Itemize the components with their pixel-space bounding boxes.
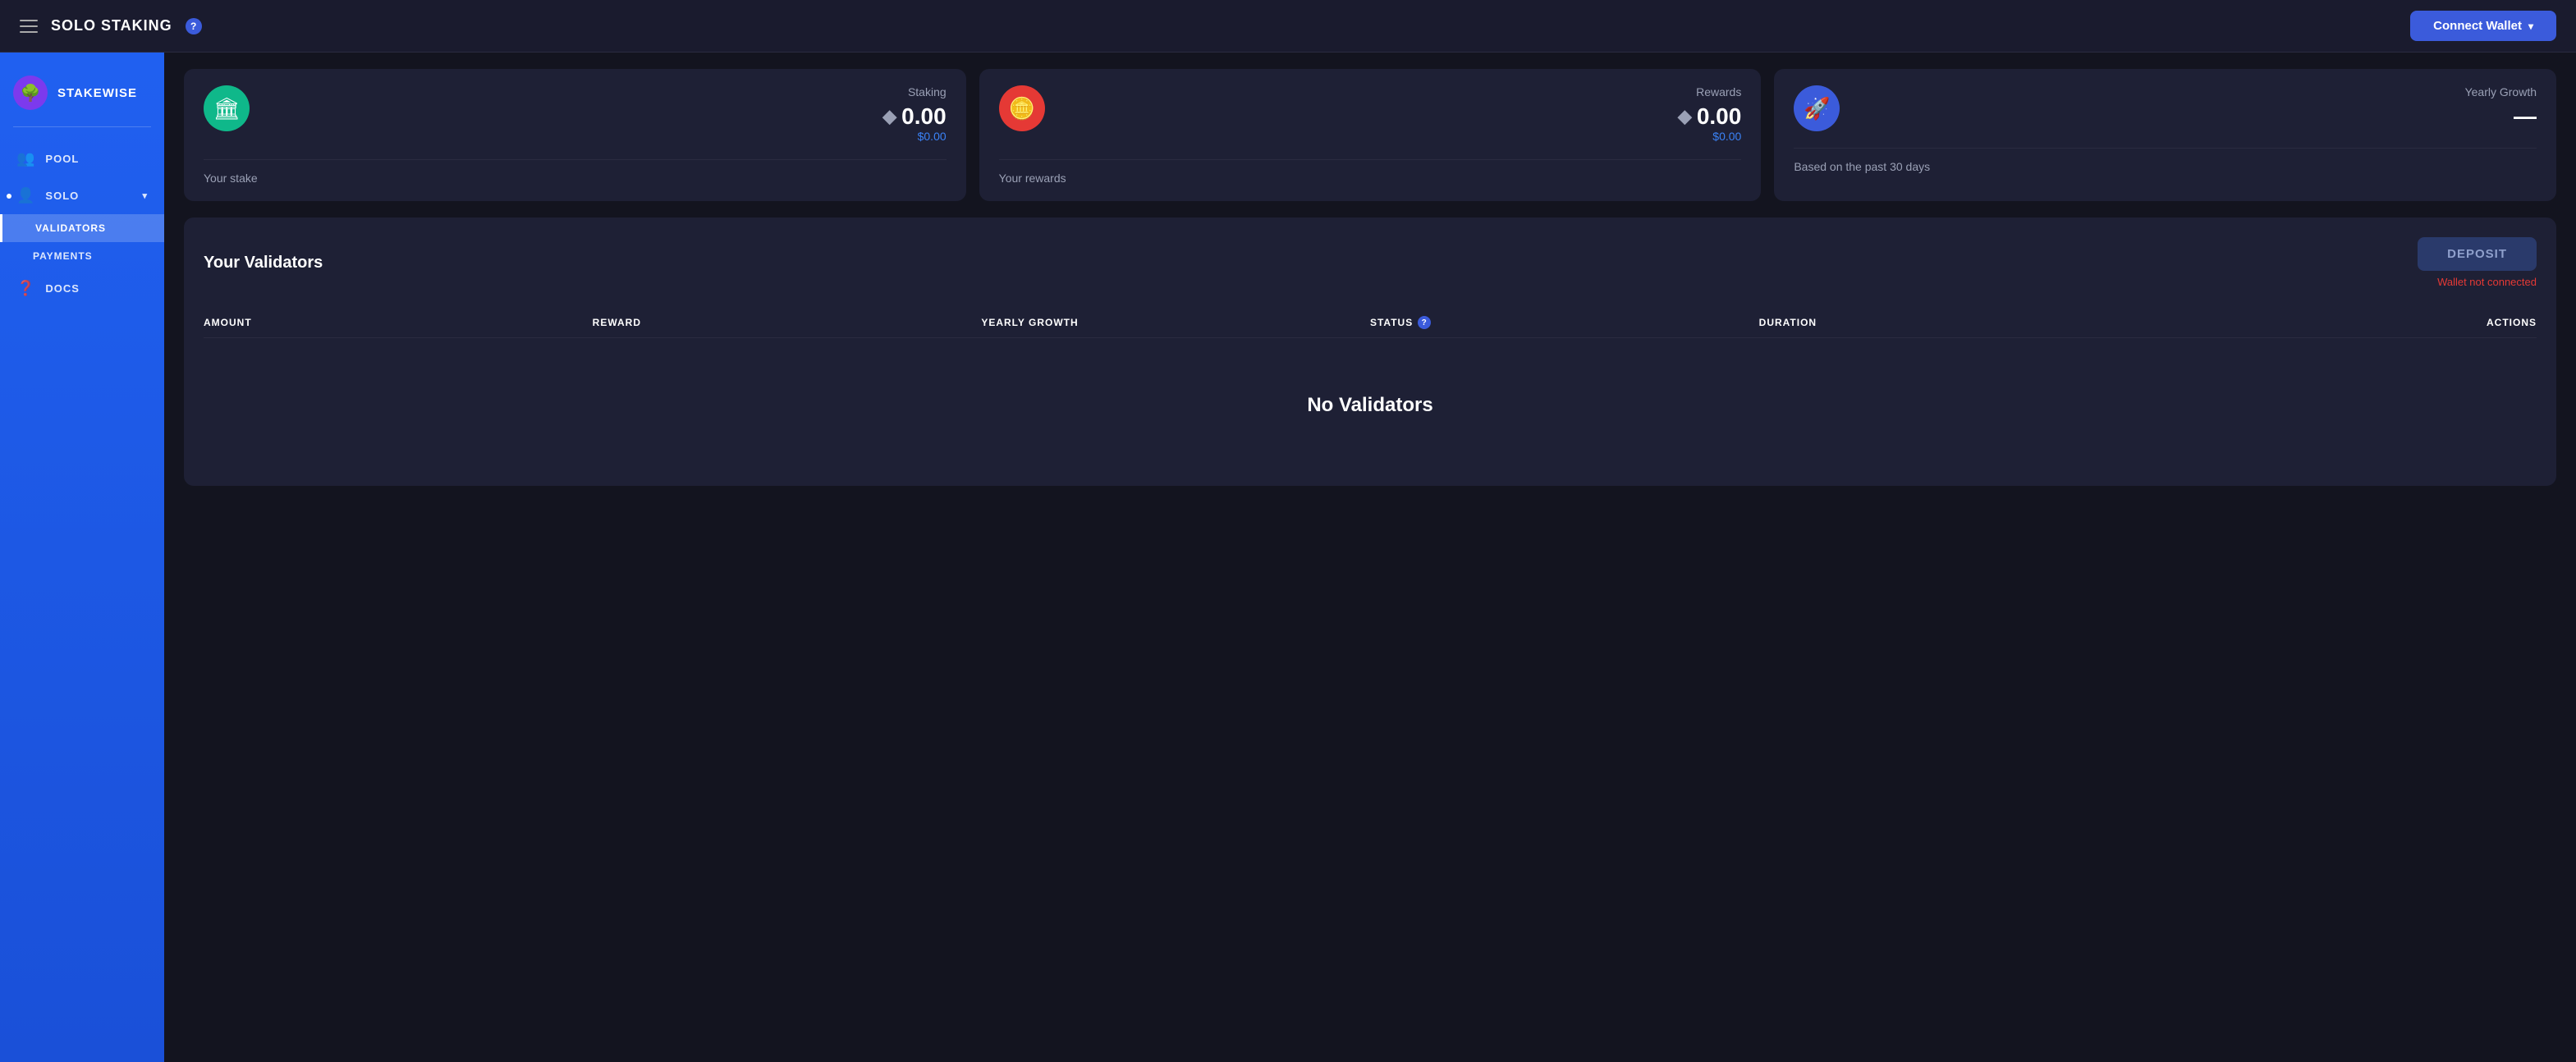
eth-symbol-rewards: ◆ — [1678, 106, 1692, 127]
solo-dot-icon — [7, 194, 11, 199]
sidebar-item-solo[interactable]: 👤 SOLO ▾ — [0, 177, 164, 214]
rewards-value: ◆ 0.00 — [1058, 103, 1742, 130]
rewards-label: Rewards — [1058, 85, 1742, 98]
staking-info: Staking ◆ 0.00 $0.00 — [263, 85, 947, 143]
staking-usd: $0.00 — [263, 130, 947, 143]
yearly-growth-card-top: 🚀 Yearly Growth — — [1794, 85, 2537, 131]
wallet-not-connected-label: Wallet not connected — [2437, 276, 2537, 288]
brand-name: STAKEWISE — [57, 86, 137, 100]
header-amount: AMOUNT — [204, 316, 593, 329]
stats-row: 🏛 Staking ◆ 0.00 $0.00 Your stake 🪙 — [184, 69, 2556, 201]
validators-header: Your Validators DEPOSIT Wallet not conne… — [204, 237, 2537, 288]
yearly-growth-icon: 🚀 — [1794, 85, 1840, 131]
header-yearly-growth: YEARLY GROWTH — [981, 316, 1370, 329]
yearly-growth-info: Yearly Growth — — [1853, 85, 2537, 130]
sidebar-item-payments[interactable]: PAYMENTS — [0, 242, 164, 270]
staking-label: Staking — [263, 85, 947, 98]
rewards-info: Rewards ◆ 0.00 $0.00 — [1058, 85, 1742, 143]
staking-icon: 🏛 — [204, 85, 250, 131]
validators-card: Your Validators DEPOSIT Wallet not conne… — [184, 217, 2556, 486]
yearly-growth-value: — — [1853, 103, 2537, 130]
rewards-icon: 🪙 — [999, 85, 1045, 131]
no-validators-message: No Validators — [204, 345, 2537, 466]
sidebar-item-docs[interactable]: ❓ DOCS — [0, 270, 164, 307]
sidebar-item-validators[interactable]: VALIDATORS — [0, 214, 164, 242]
hamburger-menu[interactable] — [20, 20, 38, 33]
rewards-card-top: 🪙 Rewards ◆ 0.00 $0.00 — [999, 85, 1742, 143]
help-icon[interactable]: ? — [186, 18, 202, 34]
rewards-card: 🪙 Rewards ◆ 0.00 $0.00 Your rewards — [979, 69, 1762, 201]
sidebar-item-docs-label: DOCS — [45, 282, 80, 295]
solo-icon: 👤 — [16, 187, 35, 204]
chevron-down-icon: ▾ — [2528, 21, 2533, 32]
yearly-growth-card: 🚀 Yearly Growth — Based on the past 30 d… — [1774, 69, 2556, 201]
sidebar-payments-label: PAYMENTS — [33, 250, 93, 262]
validators-table: AMOUNT REWARD YEARLY GROWTH STATUS ? DUR… — [204, 308, 2537, 466]
nav-left: SOLO STAKING ? — [20, 17, 202, 34]
chevron-down-icon: ▾ — [142, 190, 148, 201]
docs-icon: ❓ — [16, 280, 35, 297]
brand-icon: 🌳 — [13, 76, 48, 110]
sidebar-validators-label: VALIDATORS — [35, 222, 106, 234]
main-layout: 🌳 STAKEWISE 👥 POOL 👤 SOLO ▾ VALIDATORS P… — [0, 53, 2576, 1062]
yearly-growth-description: Based on the past 30 days — [1794, 148, 2537, 173]
staking-card-top: 🏛 Staking ◆ 0.00 $0.00 — [204, 85, 947, 143]
staking-description: Your stake — [204, 159, 947, 185]
pool-icon: 👥 — [16, 150, 35, 167]
top-navigation: SOLO STAKING ? Connect Wallet ▾ — [0, 0, 2576, 53]
sidebar-divider — [13, 126, 151, 127]
app-title: SOLO STAKING — [51, 17, 172, 34]
connect-wallet-button[interactable]: Connect Wallet ▾ — [2410, 11, 2556, 41]
sidebar-item-pool[interactable]: 👥 POOL — [0, 140, 164, 177]
header-actions: ACTIONS — [2147, 316, 2537, 329]
rewards-usd: $0.00 — [1058, 130, 1742, 143]
sidebar-item-pool-label: POOL — [45, 153, 79, 165]
staking-card: 🏛 Staking ◆ 0.00 $0.00 Your stake — [184, 69, 966, 201]
sidebar: 🌳 STAKEWISE 👥 POOL 👤 SOLO ▾ VALIDATORS P… — [0, 53, 164, 1062]
yearly-growth-label: Yearly Growth — [1853, 85, 2537, 98]
header-duration: DURATION — [1759, 316, 2148, 329]
sidebar-item-solo-label: SOLO — [45, 190, 79, 202]
header-status: STATUS ? — [1370, 316, 1759, 329]
validators-title: Your Validators — [204, 254, 323, 272]
sidebar-brand: 🌳 STAKEWISE — [0, 66, 164, 126]
main-content: 🏛 Staking ◆ 0.00 $0.00 Your stake 🪙 — [164, 53, 2576, 1062]
rewards-description: Your rewards — [999, 159, 1742, 185]
header-reward: REWARD — [593, 316, 982, 329]
validators-actions: DEPOSIT Wallet not connected — [2418, 237, 2537, 288]
staking-value: ◆ 0.00 — [263, 103, 947, 130]
table-header: AMOUNT REWARD YEARLY GROWTH STATUS ? DUR… — [204, 308, 2537, 338]
eth-symbol-staking: ◆ — [882, 106, 896, 127]
status-help-icon[interactable]: ? — [1418, 316, 1431, 329]
deposit-button[interactable]: DEPOSIT — [2418, 237, 2537, 271]
